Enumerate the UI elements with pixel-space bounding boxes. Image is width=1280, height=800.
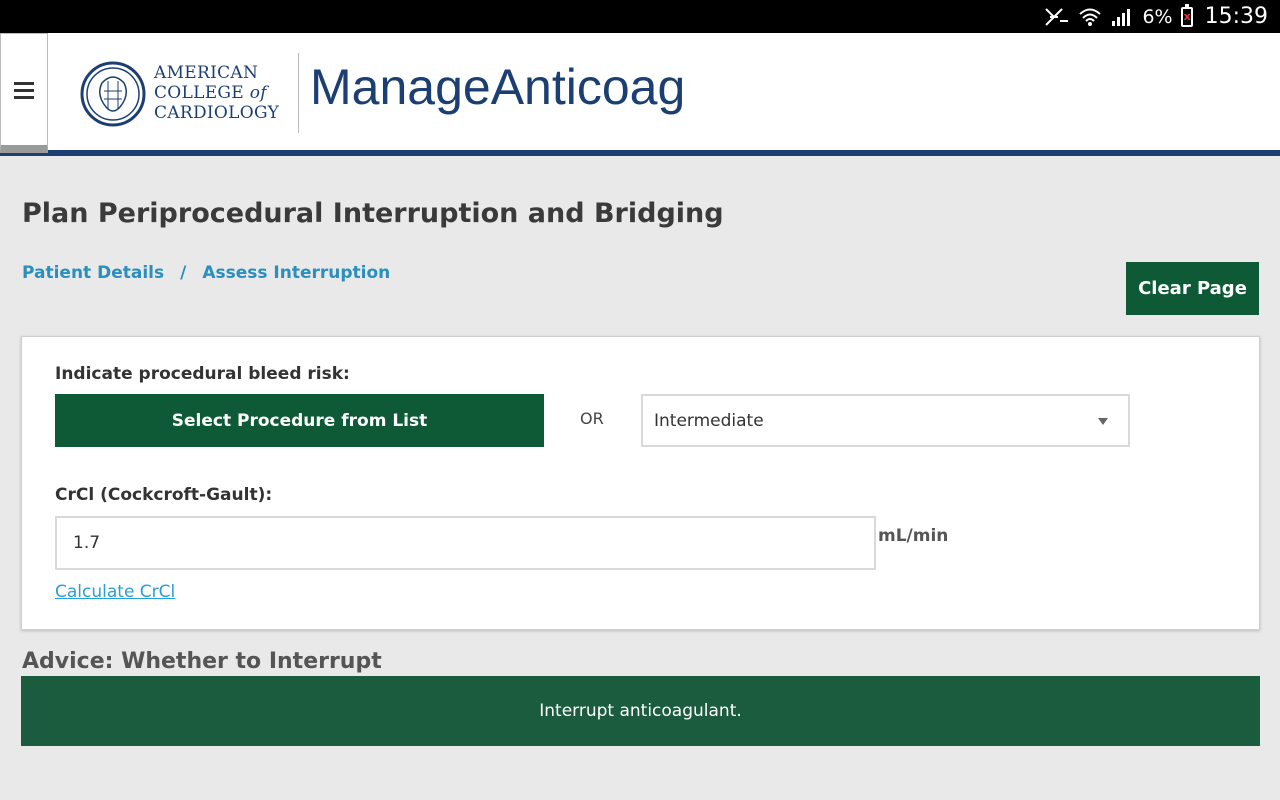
mute-icon bbox=[1044, 7, 1070, 27]
bleed-risk-label: Indicate procedural bleed risk: bbox=[55, 364, 350, 384]
menu-button[interactable] bbox=[0, 33, 48, 153]
hamburger-menu-icon bbox=[14, 81, 34, 99]
breadcrumb-assess-interruption[interactable]: Assess Interruption bbox=[202, 263, 390, 283]
app-title: ManageAnticoag bbox=[310, 59, 686, 115]
breadcrumb-separator: / bbox=[180, 263, 187, 283]
select-procedure-button[interactable]: Select Procedure from List bbox=[55, 394, 544, 447]
acc-seal-icon bbox=[80, 61, 146, 127]
crcl-input[interactable]: 1.7 bbox=[55, 516, 876, 570]
crcl-unit: mL/min bbox=[878, 526, 949, 546]
battery-icon: x bbox=[1180, 3, 1193, 27]
wifi-icon bbox=[1078, 7, 1102, 27]
breadcrumb-patient-details[interactable]: Patient Details bbox=[22, 263, 164, 283]
battery-percent: 6% bbox=[1142, 5, 1173, 28]
crcl-input-value: 1.7 bbox=[73, 533, 101, 553]
signal-icon bbox=[1110, 7, 1134, 27]
status-bar: 6% x 15:39 bbox=[0, 0, 1280, 33]
advice-heading: Advice: Whether to Interrupt bbox=[22, 649, 382, 674]
advice-result: Interrupt anticoagulant. bbox=[21, 676, 1260, 746]
clear-page-button[interactable]: Clear Page bbox=[1126, 262, 1259, 315]
header-divider bbox=[298, 53, 299, 133]
dropdown-arrow-icon bbox=[1098, 418, 1108, 425]
app-header: AMERICAN COLLEGE of CARDIOLOGY ManageAnt… bbox=[0, 33, 1280, 156]
calculate-crcl-link[interactable]: Calculate CrCl bbox=[55, 582, 175, 602]
clock: 15:39 bbox=[1204, 4, 1268, 29]
crcl-label: CrCl (Cockcroft-Gault): bbox=[55, 485, 273, 505]
or-text: OR bbox=[580, 409, 604, 428]
page-title: Plan Periprocedural Interruption and Bri… bbox=[22, 198, 724, 229]
bleed-risk-selected-value: Intermediate bbox=[654, 410, 764, 431]
bleed-risk-select[interactable]: Intermediate bbox=[641, 394, 1130, 447]
breadcrumb: Patient Details / Assess Interruption bbox=[22, 263, 390, 283]
form-card: Indicate procedural bleed risk: Select P… bbox=[21, 336, 1260, 630]
advice-text: Interrupt anticoagulant. bbox=[539, 701, 742, 721]
acc-wordmark: AMERICAN COLLEGE of CARDIOLOGY bbox=[154, 63, 280, 123]
